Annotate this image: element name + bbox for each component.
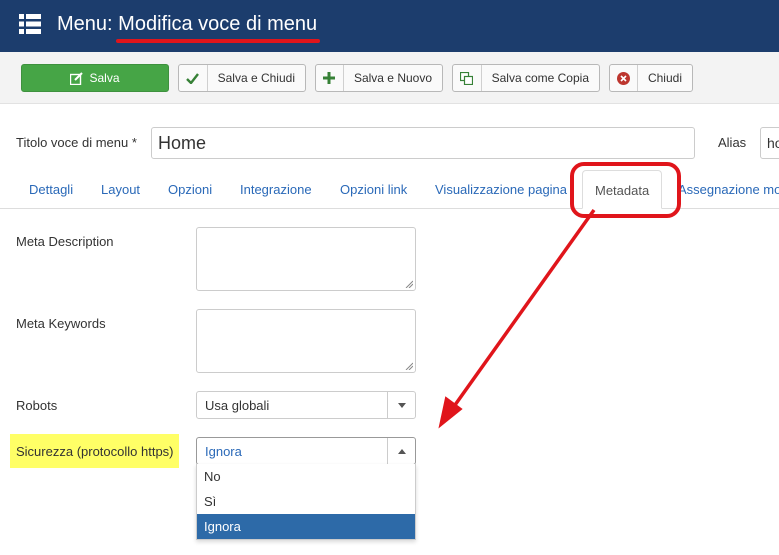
security-selected-value: Ignora: [205, 443, 242, 459]
robots-selected-value: Usa globali: [205, 397, 270, 413]
security-option-si[interactable]: Sì: [197, 489, 415, 514]
check-icon: [179, 65, 208, 91]
security-label: Sicurezza (protocollo https): [16, 444, 174, 459]
tab-layout[interactable]: Layout: [101, 170, 140, 209]
save-new-button[interactable]: Salva e Nuovo: [315, 64, 443, 92]
resize-grip-icon[interactable]: [405, 362, 413, 370]
copy-icon: [453, 65, 482, 91]
page-title-main: Modifica voce di menu: [118, 13, 318, 35]
tab-visualizzazione-pagina[interactable]: Visualizzazione pagina: [435, 170, 567, 209]
page-header: Menu: Modifica voce di menu: [0, 0, 779, 52]
security-select[interactable]: Ignora: [196, 437, 416, 465]
edit-icon: [70, 65, 84, 91]
save-button[interactable]: Salva: [21, 64, 169, 92]
meta-keywords-textarea[interactable]: [196, 309, 416, 373]
meta-keywords-label: Meta Keywords: [16, 316, 106, 331]
tab-integrazione[interactable]: Integrazione: [240, 170, 312, 209]
robots-label: Robots: [16, 398, 58, 413]
chevron-up-icon: [387, 438, 415, 464]
meta-description-label: Meta Description: [16, 234, 114, 249]
save-close-label: Salva e Chiudi: [217, 71, 295, 85]
metadata-tab-annotation-circle: [570, 162, 681, 218]
alias-input[interactable]: [760, 127, 779, 159]
meta-description-textarea[interactable]: [196, 227, 416, 291]
title-field-label: Titolo voce di menu *: [16, 135, 137, 150]
save-new-label: Salva e Nuovo: [353, 71, 432, 85]
tab-assegnazione-moduli[interactable]: Assegnazione mo: [678, 170, 779, 209]
security-option-no[interactable]: No: [197, 464, 415, 489]
tab-opzioni-link[interactable]: Opzioni link: [340, 170, 407, 209]
chevron-down-icon: [387, 392, 415, 418]
resize-grip-icon[interactable]: [405, 280, 413, 288]
save-copy-label: Salva come Copia: [491, 71, 589, 85]
alias-field-label: Alias: [718, 135, 747, 150]
tab-opzioni[interactable]: Opzioni: [168, 170, 212, 209]
page-title: Menu: Modifica voce di menu: [57, 13, 317, 36]
save-label: Salva: [89, 71, 120, 85]
tab-dettagli[interactable]: Dettagli: [29, 170, 73, 209]
save-close-button[interactable]: Salva e Chiudi: [178, 64, 306, 92]
close-button[interactable]: Chiudi: [609, 64, 693, 92]
title-input[interactable]: [151, 127, 695, 159]
toolbar: Salva Salva e Chiudi Salva e Nuovo Salva…: [0, 52, 779, 104]
security-option-ignora[interactable]: Ignora: [197, 514, 415, 539]
save-copy-button[interactable]: Salva come Copia: [452, 64, 600, 92]
robots-select[interactable]: Usa globali: [196, 391, 416, 419]
security-dropdown-list: No Sì Ignora: [196, 464, 416, 540]
page-title-prefix: Menu:: [57, 13, 119, 35]
close-circle-icon: [610, 65, 638, 91]
plus-icon: [316, 65, 344, 91]
list-menu-icon: [19, 14, 41, 34]
close-label: Chiudi: [647, 71, 682, 85]
title-annotation-underline: [116, 39, 320, 43]
